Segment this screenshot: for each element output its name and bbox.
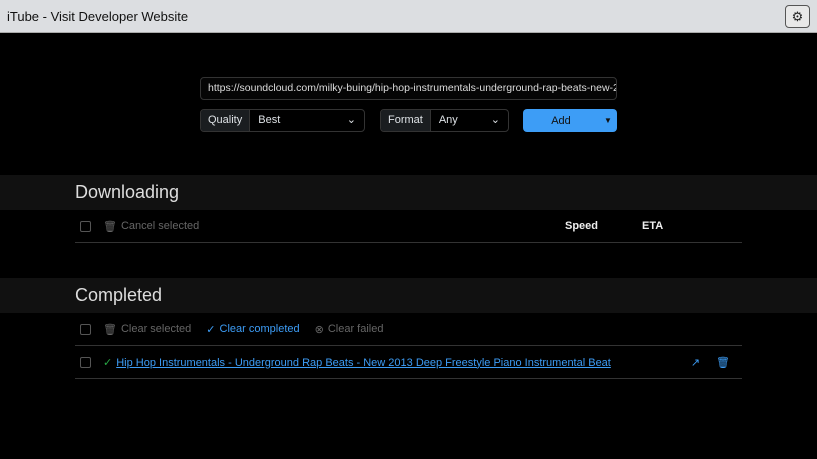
- clear-selected-label: Clear selected: [120, 323, 192, 335]
- speed-header: Speed: [565, 220, 599, 232]
- quality-select[interactable]: Best ⌄: [250, 110, 364, 131]
- url-input[interactable]: https://soundcloud.com/milky-buing/hip-h…: [200, 77, 617, 100]
- chevron-down-icon: ⌄: [490, 114, 500, 126]
- gear-icon: ⚙: [791, 8, 804, 24]
- trash-icon: 🗑: [103, 323, 117, 336]
- quality-label: Quality: [201, 110, 251, 131]
- clear-failed-label: Clear failed: [327, 323, 384, 335]
- trash-icon[interactable]: 🗑: [716, 356, 730, 369]
- external-link-icon[interactable]: ↗: [691, 356, 700, 369]
- list-item: ✓ Hip Hop Instrumentals - Underground Ra…: [75, 347, 742, 379]
- clear-selected-button[interactable]: 🗑 Clear selected: [103, 323, 191, 336]
- select-all-checkbox[interactable]: [80, 220, 91, 232]
- downloading-heading: Downloading: [0, 175, 817, 210]
- cancel-selected-label: Cancel selected: [120, 220, 200, 232]
- format-label: Format: [381, 110, 431, 131]
- item-title-link[interactable]: Hip Hop Instrumentals - Underground Rap …: [116, 357, 611, 369]
- clear-completed-button[interactable]: ✓ Clear completed: [206, 323, 299, 336]
- downloading-toolbar: 🗑 Cancel selected Speed ETA: [75, 210, 742, 243]
- add-label: Add: [551, 114, 571, 127]
- completed-heading: Completed: [0, 278, 817, 313]
- completed-toolbar: 🗑 Clear selected ✓ Clear completed ⊗ Clear …: [75, 313, 742, 346]
- clear-completed-label: Clear completed: [219, 323, 300, 335]
- format-value: Any: [438, 114, 458, 126]
- caret-down-icon[interactable]: ▼: [599, 116, 617, 125]
- trash-icon: 🗑: [103, 220, 117, 233]
- quality-select-group[interactable]: Quality Best ⌄: [200, 109, 365, 132]
- x-circle-icon: ⊗: [314, 323, 324, 336]
- app-title-link[interactable]: iTube - Visit Developer Website: [7, 9, 188, 24]
- select-all-checkbox[interactable]: [80, 323, 91, 335]
- add-button[interactable]: Add ▼: [523, 109, 617, 132]
- top-bar: iTube - Visit Developer Website: [0, 0, 817, 33]
- eta-header: ETA: [642, 220, 664, 232]
- format-select[interactable]: Any ⌄: [431, 110, 508, 131]
- cancel-selected-button[interactable]: 🗑 Cancel selected: [103, 220, 199, 233]
- chevron-down-icon: ⌄: [346, 114, 356, 126]
- format-select-group[interactable]: Format Any ⌄: [380, 109, 509, 132]
- check-circle-icon: ✓: [103, 357, 113, 369]
- quality-value: Best: [258, 114, 281, 126]
- check-circle-icon: ✓: [206, 323, 216, 336]
- settings-button[interactable]: ⚙: [785, 5, 810, 28]
- clear-failed-button[interactable]: ⊗ Clear failed: [315, 323, 384, 336]
- item-checkbox[interactable]: [80, 357, 91, 368]
